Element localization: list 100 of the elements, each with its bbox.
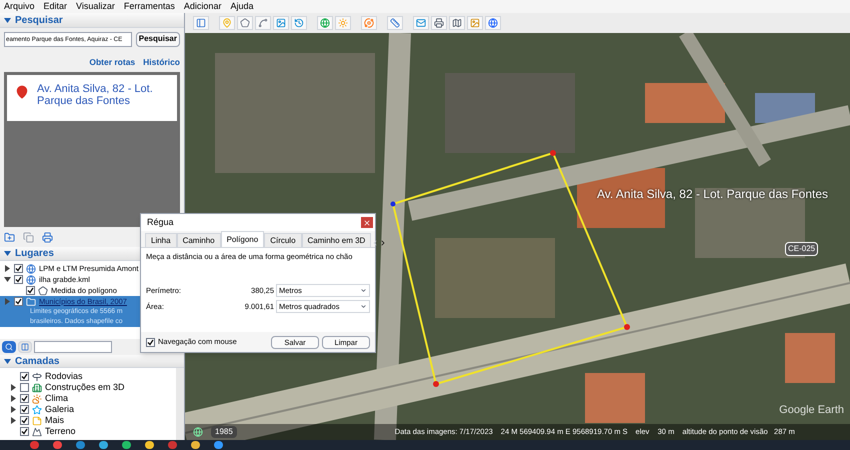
polygon-icon xyxy=(38,286,48,296)
toolbar-button[interactable] xyxy=(431,16,447,30)
expand-arrow-icon[interactable] xyxy=(10,406,17,413)
taskbar-app-icon[interactable] xyxy=(99,441,108,449)
menu-item[interactable]: Adicionar xyxy=(184,0,222,14)
pin-icon xyxy=(222,18,232,28)
checkbox[interactable] xyxy=(14,297,23,306)
checkbox[interactable] xyxy=(14,264,23,273)
tab[interactable]: Linha xyxy=(145,233,177,247)
panel-header[interactable]: Camadas xyxy=(0,355,184,368)
sun-icon xyxy=(32,394,42,404)
checkbox[interactable] xyxy=(20,405,29,414)
collapse-arrow-icon[interactable] xyxy=(4,276,11,283)
close-icon xyxy=(363,218,371,226)
toolbar-button[interactable] xyxy=(317,16,333,30)
result-title: Av. Anita Silva, 82 - Lot. Parque das Fontes xyxy=(37,83,154,107)
note-icon xyxy=(32,416,42,426)
map-icon xyxy=(452,18,462,28)
panel-mode-button[interactable] xyxy=(18,341,32,353)
panel-title: Camadas xyxy=(15,354,60,368)
toolbar-button[interactable] xyxy=(255,16,271,30)
checkbox[interactable] xyxy=(20,416,29,425)
polygon-icon xyxy=(240,18,250,28)
building-roof xyxy=(585,373,645,423)
search-button[interactable]: Pesquisar xyxy=(136,32,180,46)
menu-item[interactable]: Ajuda xyxy=(230,0,254,14)
result-card[interactable]: Av. Anita Silva, 82 - Lot. Parque das Fontes xyxy=(7,75,177,121)
history-icon xyxy=(294,18,304,28)
image-icon xyxy=(470,18,480,28)
toolbar-button[interactable] xyxy=(237,16,253,30)
printer-icon xyxy=(434,18,444,28)
historical-imagery-year[interactable]: 1985 xyxy=(211,426,237,438)
panel-title: Lugares xyxy=(15,247,54,261)
places-filter-field[interactable] xyxy=(34,341,112,353)
checkbox[interactable] xyxy=(20,383,29,392)
layer-label: Rodovias xyxy=(45,370,83,383)
expand-arrow-icon[interactable] xyxy=(10,395,17,402)
layer-label: Terreno xyxy=(45,424,76,438)
taskbar-app-icon[interactable] xyxy=(145,441,154,449)
tab[interactable]: Polígono xyxy=(220,231,264,247)
link[interactable]: Obter rotas xyxy=(89,56,136,69)
expand-arrow-icon[interactable] xyxy=(10,417,17,424)
expand-arrow-icon[interactable] xyxy=(10,384,17,391)
expand-arrow-icon[interactable] xyxy=(4,265,11,272)
layer-label: Galeria xyxy=(45,402,74,416)
checkbox[interactable] xyxy=(26,286,35,295)
menu-item[interactable]: Editar xyxy=(44,0,68,14)
place-label: Av. Anita Silva, 82 - Lot. Parque das Fontes xyxy=(597,186,828,203)
panel-title: Pesquisar xyxy=(15,14,63,28)
building-roof xyxy=(785,333,835,383)
pin-icon xyxy=(15,85,29,99)
toolbar-button[interactable] xyxy=(485,16,501,30)
collapse-arrow-icon xyxy=(4,358,11,364)
menu-item[interactable]: Ferramentas xyxy=(124,0,175,14)
menu-item[interactable]: Visualizar xyxy=(76,0,115,14)
scrollbar[interactable] xyxy=(176,368,184,440)
building-icon xyxy=(32,382,42,392)
layer-label: Clima xyxy=(45,392,68,405)
tab[interactable]: Caminho xyxy=(176,233,221,247)
taskbar-app-icon[interactable] xyxy=(122,441,131,449)
toolbar-button[interactable] xyxy=(273,16,289,30)
taskbar-app-icon[interactable] xyxy=(214,441,223,449)
tab[interactable]: Círculo xyxy=(264,233,302,247)
signpost-icon xyxy=(32,372,42,382)
add-folder-icon[interactable] xyxy=(4,232,15,242)
taskbar-app-icon[interactable] xyxy=(53,441,62,449)
mail-icon xyxy=(416,18,426,28)
panel-header[interactable]: Pesquisar xyxy=(0,13,184,28)
checkbox[interactable] xyxy=(20,394,29,403)
path-icon xyxy=(258,18,268,28)
toolbar-button[interactable] xyxy=(387,16,403,30)
toolbar-button[interactable] xyxy=(449,16,465,30)
star-icon xyxy=(32,404,42,414)
collapse-arrow-icon xyxy=(4,250,11,257)
globe-icon xyxy=(26,264,36,274)
layer-label: Construções em 3D xyxy=(45,380,125,394)
link[interactable]: Histórico xyxy=(143,56,180,69)
toolbar-button[interactable] xyxy=(291,16,307,30)
globe-icon xyxy=(320,18,330,28)
folder-icon xyxy=(26,296,36,306)
search-mode-button[interactable] xyxy=(2,341,16,353)
printer-icon[interactable] xyxy=(42,232,53,242)
toolbar-button[interactable] xyxy=(193,16,209,30)
checkbox[interactable] xyxy=(146,338,155,346)
taskbar-app-icon[interactable] xyxy=(191,441,200,449)
toolbar-button[interactable] xyxy=(413,16,429,30)
menu-item[interactable]: Arquivo xyxy=(4,0,35,14)
checkbox[interactable] xyxy=(14,275,23,284)
sidebar-icon xyxy=(196,18,206,28)
collapse-arrow-icon xyxy=(4,16,11,24)
ruler-icon xyxy=(390,18,400,28)
globe-icon[interactable] xyxy=(193,427,203,437)
layer-label: Mais xyxy=(45,414,64,427)
taskbar-app-icon[interactable] xyxy=(76,441,85,449)
close-button[interactable] xyxy=(361,217,373,228)
image-overlay-icon xyxy=(276,18,286,28)
tab[interactable]: Caminho em 3D xyxy=(302,233,372,247)
checkbox[interactable] xyxy=(20,372,29,381)
checkbox[interactable] xyxy=(20,427,29,436)
sun-icon xyxy=(338,18,348,28)
